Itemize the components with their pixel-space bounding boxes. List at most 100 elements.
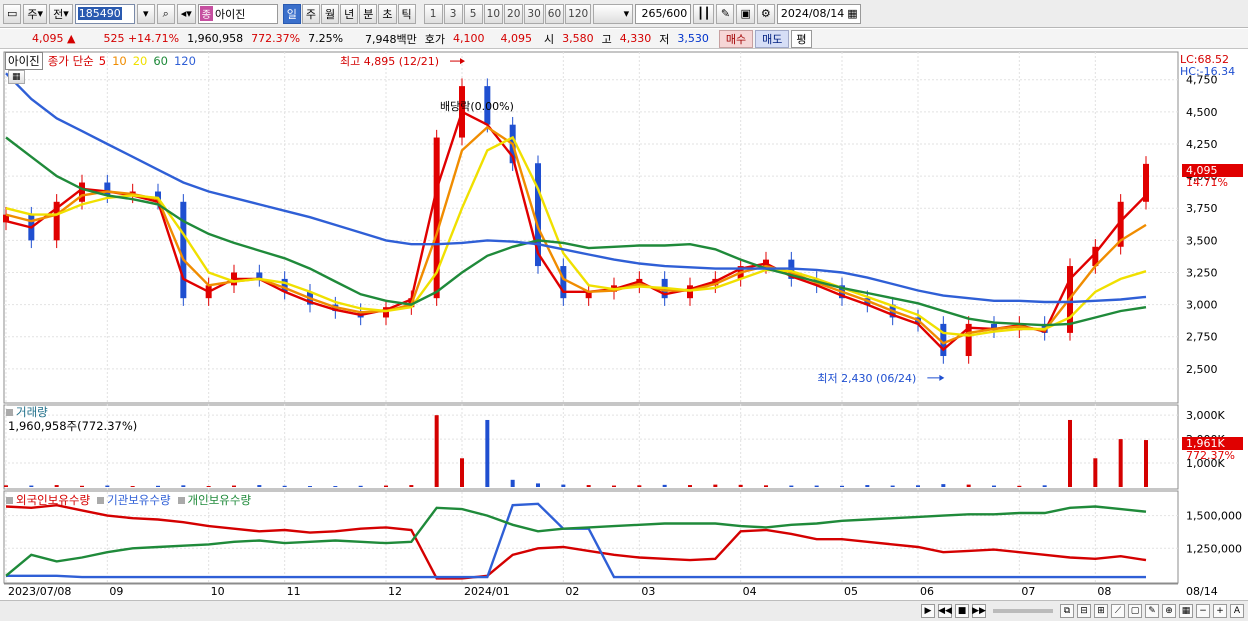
chart-area[interactable]: 2,5002,7503,0003,2503,5003,7504,0004,250… <box>0 50 1248 600</box>
legend-ma-60[interactable]: 60 <box>153 54 168 68</box>
interval-button-10[interactable]: 10 <box>483 3 504 24</box>
legend-ma-5[interactable]: 5 <box>99 54 106 68</box>
interval-button-60[interactable]: 60 <box>544 3 565 24</box>
period-tab-6[interactable]: 틱 <box>397 3 416 24</box>
x-axis-label: 03 <box>641 585 655 598</box>
volume-bar <box>80 485 84 487</box>
volume-bar <box>384 485 388 487</box>
sell-button[interactable]: 매도 <box>755 29 790 48</box>
font-size-icon[interactable]: A <box>1230 604 1244 618</box>
volume-bar <box>992 485 996 487</box>
chart-bottombar: ▶ ◀◀ ■ ▶▶ ⧉ ⊟ ⊞ ⟋ ▢ ✎ ⊕ ▦ − + A <box>0 600 1248 621</box>
current-price: 4,095 ▲ <box>28 32 79 45</box>
stop-icon[interactable]: ■ <box>955 604 969 618</box>
volume-bar <box>358 485 363 487</box>
volume-bar <box>29 485 34 487</box>
period-tab-5[interactable]: 초 <box>378 3 397 24</box>
zoom-out-icon[interactable]: − <box>1196 604 1210 618</box>
price-value: 4,095 <box>32 32 64 45</box>
tool-cross-icon[interactable]: ⊕ <box>1162 604 1176 618</box>
layout-icon[interactable]: ▭ <box>3 3 22 24</box>
buy-button[interactable]: 매수 <box>718 29 754 48</box>
period-main-select[interactable]: 주 ▾ <box>23 3 48 24</box>
tool-edit-icon[interactable]: ✎ <box>1145 604 1159 618</box>
layout-multi-icon[interactable]: ⊞ <box>1094 604 1108 618</box>
tool-grid-icon[interactable]: ▦ <box>1179 604 1193 618</box>
volume-bar <box>460 458 464 487</box>
volume-value-text: 1,960,958주(772.37%) <box>8 419 138 433</box>
foreign-holding-label: 외국인보유수량 <box>16 493 91 507</box>
legend-ma-20[interactable]: 20 <box>133 54 148 68</box>
interval-button-20[interactable]: 20 <box>504 3 524 24</box>
save-icon[interactable]: ▣ <box>736 3 755 24</box>
quote-label: 호가 <box>424 32 446 46</box>
volume-bar <box>434 415 439 487</box>
code-dropdown-icon[interactable]: ▾ <box>136 3 155 24</box>
interval-dropdown[interactable]: ▾ <box>593 3 634 24</box>
stock-code-input[interactable]: 185490 <box>74 3 135 24</box>
calendar-icon[interactable]: ▦ <box>847 7 857 20</box>
volume-bar <box>181 485 186 487</box>
candle-body <box>104 182 111 196</box>
x-axis-label: 02 <box>565 585 579 598</box>
search-icon[interactable]: ⌕ <box>156 3 175 24</box>
legend-ma-10[interactable]: 10 <box>112 54 127 68</box>
interval-button-1[interactable]: 1 <box>423 3 443 24</box>
volume-bar <box>156 485 160 487</box>
legend-ma-120[interactable]: 120 <box>174 54 196 68</box>
x-axis-label: 09 <box>109 585 123 598</box>
flat-button[interactable]: 평 <box>791 29 812 48</box>
layout-copy-icon[interactable]: ⧉ <box>1060 604 1074 618</box>
zoom-slider[interactable] <box>993 609 1053 613</box>
chart-menu-icon[interactable]: ▦ <box>8 70 25 84</box>
x-axis-label: 04 <box>743 585 757 598</box>
prev-button[interactable]: 전 ▾ <box>49 3 73 24</box>
scroll-right-icon[interactable]: ▶ <box>921 604 935 618</box>
fast-forward-icon[interactable]: ▶▶ <box>972 604 986 618</box>
candle-type-icon[interactable]: ┃┃ <box>693 3 715 24</box>
volume-tick-label: 3,000K <box>1186 409 1225 422</box>
rewind-icon[interactable]: ◀◀ <box>938 604 952 618</box>
period-tab-0[interactable]: 일 <box>282 3 301 24</box>
up-arrow-icon: ▲ <box>67 32 76 45</box>
data-count-input[interactable]: 265/600 <box>635 3 692 24</box>
stock-chart-svg[interactable]: 2,5002,7503,0003,2503,5003,7504,0004,250… <box>0 50 1248 600</box>
tool-box-icon[interactable]: ▢ <box>1128 604 1142 618</box>
ask-price: 4,100 <box>453 32 485 45</box>
period-tab-1[interactable]: 주 <box>301 3 321 24</box>
legend-stock-name[interactable]: 아이진 <box>5 52 43 70</box>
change-pct: +14.71% <box>127 32 180 45</box>
period-tab-2[interactable]: 월 <box>321 3 340 24</box>
price-tick-label: 3,750 <box>1186 202 1218 215</box>
dividend-note: 배당락(0.00%) <box>440 100 514 113</box>
volume-bar <box>612 485 616 487</box>
period-tab-3[interactable]: 년 <box>340 3 359 24</box>
date-input[interactable]: 2024/08/14 ▦ <box>776 3 861 24</box>
volume-bar <box>308 486 312 487</box>
gear-icon[interactable]: ⚙ <box>756 3 775 24</box>
interval-button-30[interactable]: 30 <box>524 3 544 24</box>
volume-bar <box>510 479 515 487</box>
price-tick-label: 2,500 <box>1186 363 1218 376</box>
stock-name-box[interactable]: 종 아이진 <box>197 3 278 24</box>
drawing-tool-icon[interactable]: ✎ <box>716 3 735 24</box>
prev-label: 전 <box>53 7 64 21</box>
interval-button-3[interactable]: 3 <box>443 3 463 24</box>
interval-buttons: 1 3 5 10 20 30 60 120 <box>423 3 592 24</box>
low-label: 저 <box>659 32 670 46</box>
layout-split-icon[interactable]: ⊟ <box>1077 604 1091 618</box>
interval-button-120[interactable]: 120 <box>565 3 592 24</box>
volume-bar <box>764 485 768 487</box>
sound-icon[interactable]: ◂▾ <box>176 3 196 24</box>
holding-tick-label: 1,500,000 <box>1186 510 1242 523</box>
volume-bar <box>282 485 287 487</box>
volume-ratio: 772.37% <box>251 32 301 45</box>
volume-bar <box>738 484 743 487</box>
period-tab-4[interactable]: 분 <box>359 3 378 24</box>
interval-button-5[interactable]: 5 <box>463 3 483 24</box>
zoom-in-icon[interactable]: + <box>1213 604 1227 618</box>
open-price: 3,580 <box>562 32 594 45</box>
chart-toolbar: ▭ 주 ▾ 전 ▾ 185490 ▾ ⌕ ◂▾ 종 아이진 일주월년분초틱 1351… <box>0 0 1248 28</box>
x-axis-label: 07 <box>1021 585 1035 598</box>
tool-line-icon[interactable]: ⟋ <box>1111 604 1125 618</box>
